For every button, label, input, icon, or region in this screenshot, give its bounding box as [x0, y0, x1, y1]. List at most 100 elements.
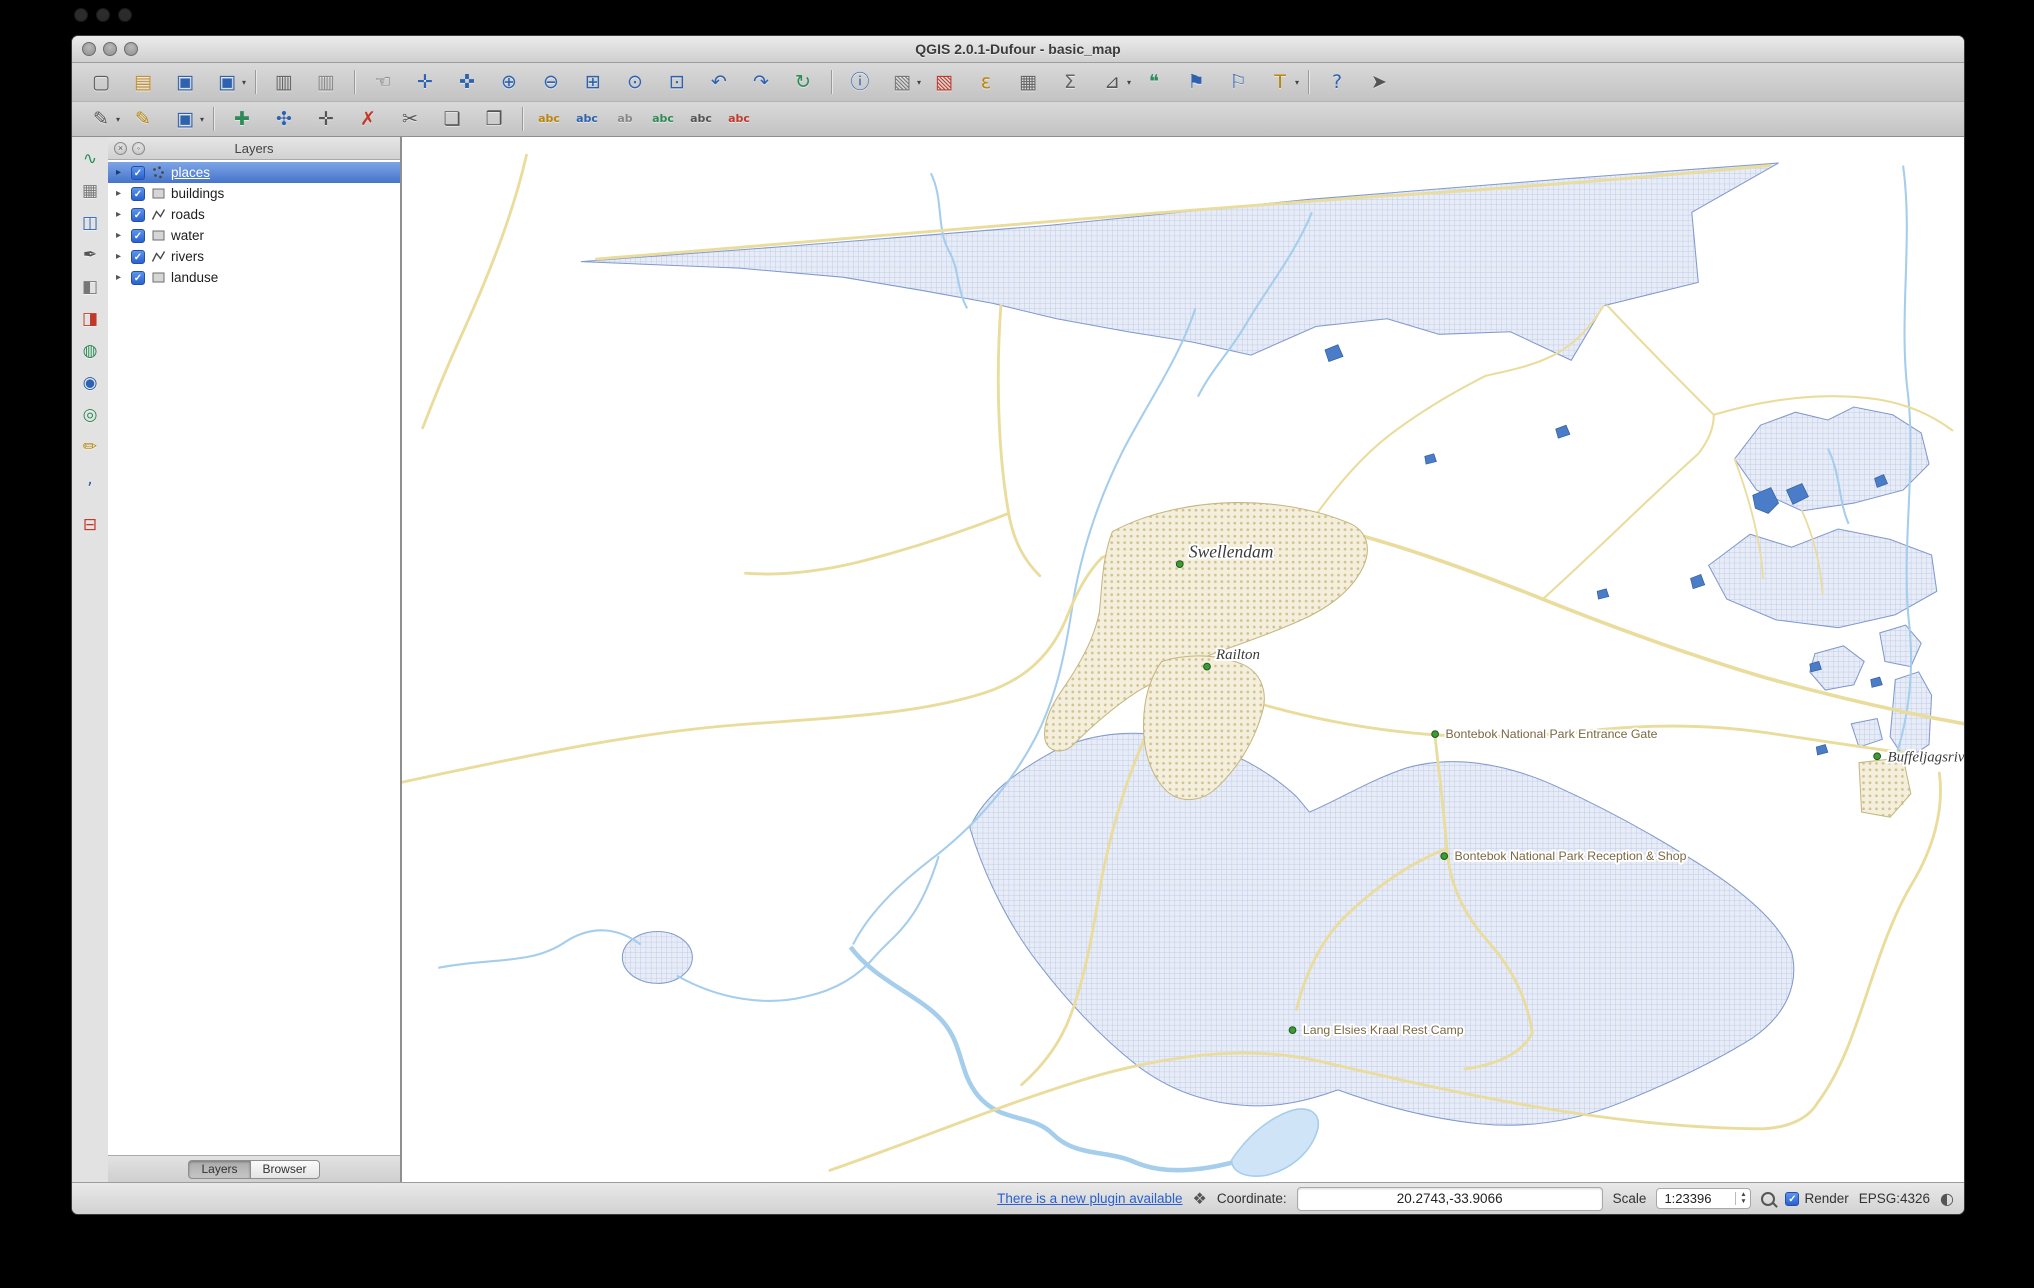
layer-row-places[interactable]: ▸ ✓ places	[108, 162, 400, 183]
plugin-available-link[interactable]: There is a new plugin available	[997, 1191, 1182, 1206]
add-vector-layer-button[interactable]: ∿	[75, 145, 105, 173]
layer-visibility-checkbox[interactable]: ✓	[131, 207, 145, 222]
touch-zoom-and-pan-button[interactable]: ☜	[363, 67, 403, 97]
add-delimited-text-layer-button[interactable]: ,	[75, 465, 105, 493]
layer-visibility-checkbox[interactable]: ✓	[131, 186, 145, 201]
render-toggle[interactable]: ✓ Render	[1785, 1191, 1849, 1206]
zoom-next-button[interactable]: ↷	[741, 67, 781, 97]
layer-row-landuse[interactable]: ▸ ✓ landuse	[108, 267, 400, 288]
open-attribute-table-button[interactable]: ▦	[1008, 67, 1048, 97]
select-by-expression-button[interactable]: ε	[966, 67, 1006, 97]
panel-close-button[interactable]: ×	[114, 141, 127, 155]
paste-features-button[interactable]: ❒	[474, 104, 514, 134]
add-raster-layer-button[interactable]: ▦	[75, 177, 105, 205]
zoom-to-selection-button[interactable]: ⊙	[615, 67, 655, 97]
render-checkbox[interactable]: ✓	[1785, 1191, 1800, 1206]
cut-features-button[interactable]: ✂	[390, 104, 430, 134]
combo-arrows-icon[interactable]: ▲ ▼	[1735, 1191, 1750, 1205]
layer-visibility-checkbox[interactable]: ✓	[131, 165, 145, 180]
layer-visibility-checkbox[interactable]: ✓	[131, 228, 145, 243]
new-print-composer-button[interactable]: ▥	[264, 67, 304, 97]
window-titlebar[interactable]: QGIS 2.0.1-Dufour - basic_map	[72, 36, 1964, 63]
map-canvas[interactable]: Swellendam Railton Bontebok National Park …	[401, 137, 1964, 1182]
current-edits-button[interactable]: ✎ ▾	[81, 104, 121, 134]
save-project-button[interactable]: ▣	[165, 67, 205, 97]
remove-layer-button[interactable]: ⊟	[75, 511, 105, 539]
labeling-move-button[interactable]: abc	[645, 104, 681, 134]
add-postgis-layer-button[interactable]: ◫	[75, 209, 105, 237]
panel-tabs: Layers Browser	[108, 1155, 400, 1182]
new-bookmark-icon: ⚑	[1187, 71, 1205, 93]
zoom-to-layer-button[interactable]: ⊡	[657, 67, 697, 97]
add-mssql-layer-button[interactable]: ◧	[75, 273, 105, 301]
measure-button[interactable]: ⊿ ▾	[1092, 67, 1132, 97]
layer-row-roads[interactable]: ▸ ✓ roads	[108, 204, 400, 225]
text-annotation-button[interactable]: T ▾	[1260, 67, 1300, 97]
save-layer-edits-button[interactable]: ▣ ▾	[165, 104, 205, 134]
add-feature-button[interactable]: ✚	[222, 104, 262, 134]
add-oracle-layer-button[interactable]: ◨	[75, 305, 105, 333]
close-window-button[interactable]	[82, 42, 96, 56]
pan-to-selection-button[interactable]: ✜	[447, 67, 487, 97]
node-tool-icon: ✛	[318, 108, 334, 130]
panel-tab-browser[interactable]: Browser	[249, 1159, 320, 1179]
plugin-icon[interactable]: ❖	[1193, 1189, 1207, 1208]
minimize-window-button[interactable]	[103, 42, 117, 56]
zoom-in-button[interactable]: ⊕	[489, 67, 529, 97]
show-bookmarks-button[interactable]: ⚐	[1218, 67, 1258, 97]
scale-combobox[interactable]: 1:23396 ▲ ▼	[1656, 1188, 1752, 1209]
panel-tab-layers[interactable]: Layers	[188, 1159, 250, 1179]
refresh-map-icon: ↻	[795, 71, 811, 93]
layer-visibility-checkbox[interactable]: ✓	[131, 249, 145, 264]
node-tool-button[interactable]: ✛	[306, 104, 346, 134]
zoom-full-button[interactable]: ⊞	[573, 67, 613, 97]
copy-features-button[interactable]: ❏	[432, 104, 472, 134]
labeling-change-button[interactable]: abc	[721, 104, 757, 134]
identify-features-button[interactable]: ⓘ	[840, 67, 880, 97]
layers-panel: × ◦ Layers ▸ ✓ places ▸ ✓ buildings ▸ ✓ roads ▸ ✓ w…	[108, 137, 401, 1182]
add-wms-layer-button[interactable]: ◍	[75, 337, 105, 365]
composer-manager-button[interactable]: ▥	[306, 67, 346, 97]
layer-row-buildings[interactable]: ▸ ✓ buildings	[108, 183, 400, 204]
map-tips-button[interactable]: ❝	[1134, 67, 1174, 97]
labeling-rotate-button[interactable]: abc	[683, 104, 719, 134]
move-feature-button[interactable]: ✣	[264, 104, 304, 134]
deselect-features-button[interactable]: ▧	[924, 67, 964, 97]
new-project-button[interactable]: ▢	[81, 67, 121, 97]
crs-status-icon[interactable]: ◐	[1940, 1189, 1954, 1208]
expand-arrow-icon[interactable]: ▸	[116, 209, 126, 220]
coordinate-input[interactable]	[1296, 1186, 1603, 1211]
expand-arrow-icon[interactable]: ▸	[116, 230, 126, 241]
select-features-button[interactable]: ▧ ▾	[882, 67, 922, 97]
labeling-pin-button[interactable]: abc	[569, 104, 605, 134]
field-calculator-button[interactable]: Σ	[1050, 67, 1090, 97]
zoom-window-button[interactable]	[124, 42, 138, 56]
labeling-highlight-button[interactable]: ab	[607, 104, 643, 134]
pan-map-button[interactable]: ✛	[405, 67, 445, 97]
new-shapefile-layer-button[interactable]: ✏	[75, 433, 105, 461]
new-bookmark-button[interactable]: ⚑	[1176, 67, 1216, 97]
whats-this-button[interactable]: ➤	[1359, 67, 1399, 97]
layer-visibility-checkbox[interactable]: ✓	[131, 270, 145, 285]
add-wcs-layer-button[interactable]: ◉	[75, 369, 105, 397]
scale-magnifier-icon[interactable]	[1761, 1191, 1776, 1206]
save-project-as-button[interactable]: ▣ ▾	[207, 67, 247, 97]
layer-row-water[interactable]: ▸ ✓ water	[108, 225, 400, 246]
add-wfs-layer-button[interactable]: ◎	[75, 401, 105, 429]
expand-arrow-icon[interactable]: ▸	[116, 272, 126, 283]
open-project-button[interactable]: ▤	[123, 67, 163, 97]
labeling-options-button[interactable]: abc	[531, 104, 567, 134]
zoom-last-button[interactable]: ↶	[699, 67, 739, 97]
expand-arrow-icon[interactable]: ▸	[116, 188, 126, 199]
help-contents-button[interactable]: ?	[1317, 67, 1357, 97]
expand-arrow-icon[interactable]: ▸	[116, 167, 126, 178]
layer-row-rivers[interactable]: ▸ ✓ rivers	[108, 246, 400, 267]
toggle-editing-button[interactable]: ✎	[123, 104, 163, 134]
zoom-out-button[interactable]: ⊖	[531, 67, 571, 97]
toolbar-separator	[1308, 70, 1309, 94]
refresh-map-button[interactable]: ↻	[783, 67, 823, 97]
panel-float-button[interactable]: ◦	[132, 141, 145, 155]
add-spatialite-layer-button[interactable]: ✒	[75, 241, 105, 269]
expand-arrow-icon[interactable]: ▸	[116, 251, 126, 262]
delete-selected-button[interactable]: ✗	[348, 104, 388, 134]
